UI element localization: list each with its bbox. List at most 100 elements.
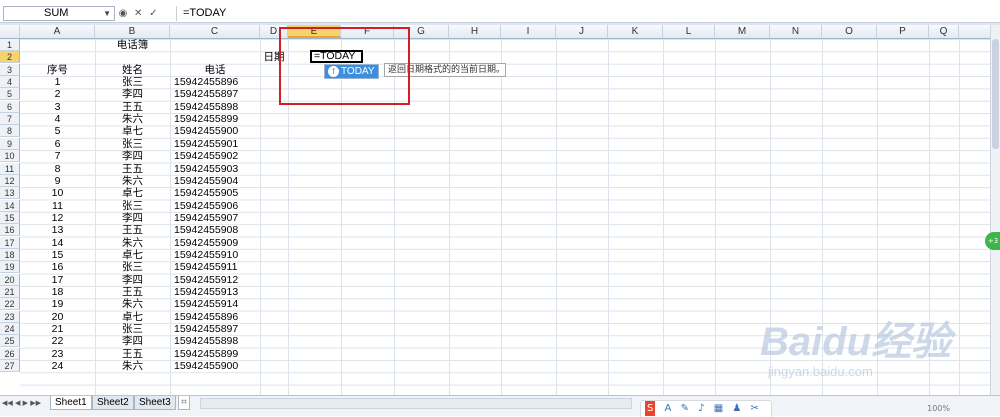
row-header-27[interactable]: 27	[0, 360, 20, 373]
row-header-24[interactable]: 24	[0, 323, 20, 336]
record-name[interactable]: 张三	[95, 138, 170, 150]
record-phone[interactable]: 15942455912	[170, 274, 260, 286]
record-phone[interactable]: 15942455900	[170, 360, 260, 372]
row-header-15[interactable]: 15	[0, 211, 20, 224]
chevron-down-icon[interactable]: ▼	[103, 7, 111, 20]
record-name[interactable]: 王五	[95, 286, 170, 298]
tools-icon[interactable]: ✂	[751, 401, 759, 416]
record-name[interactable]: 王五	[95, 163, 170, 175]
record-name[interactable]: 卓七	[95, 249, 170, 261]
row-header-16[interactable]: 16	[0, 224, 20, 237]
record-phone[interactable]: 15942455908	[170, 224, 260, 236]
row-header-2[interactable]: 2	[0, 51, 20, 64]
record-index[interactable]: 24	[20, 360, 95, 372]
function-wizard-icon[interactable]: ◉	[117, 6, 129, 21]
keyboard-icon[interactable]: ▦	[714, 401, 723, 416]
record-name[interactable]: 李四	[95, 88, 170, 100]
record-index[interactable]: 21	[20, 323, 95, 335]
record-name[interactable]: 王五	[95, 348, 170, 360]
record-name[interactable]: 李四	[95, 274, 170, 286]
record-phone[interactable]: 15942455907	[170, 212, 260, 224]
row-header-7[interactable]: 7	[0, 113, 20, 126]
new-sheet-icon[interactable]: ⌗	[178, 396, 190, 410]
column-header-h[interactable]: H	[449, 25, 501, 38]
confirm-icon[interactable]: ✓	[147, 6, 159, 21]
record-phone[interactable]: 15942455898	[170, 335, 260, 347]
record-index[interactable]: 13	[20, 224, 95, 236]
formula-input[interactable]: =TODAY	[176, 6, 1000, 21]
tab-nav-icons[interactable]: ◀◀ ◀ ▶ ▶▶	[2, 399, 41, 407]
row-header-12[interactable]: 12	[0, 174, 20, 187]
user-icon[interactable]: ♟	[732, 401, 741, 416]
voice-icon[interactable]: ♪	[698, 401, 704, 416]
row-header-3[interactable]: 3	[0, 63, 20, 76]
record-index[interactable]: 4	[20, 113, 95, 125]
record-index[interactable]: 15	[20, 249, 95, 261]
row-header-19[interactable]: 19	[0, 261, 20, 274]
column-header-m[interactable]: M	[715, 25, 770, 38]
record-phone[interactable]: 15942455896	[170, 76, 260, 88]
scroll-thumb[interactable]	[992, 39, 999, 149]
record-index[interactable]: 10	[20, 187, 95, 199]
tab-sheet1[interactable]: Sheet1	[50, 396, 92, 410]
record-phone[interactable]: 15942455903	[170, 163, 260, 175]
record-index[interactable]: 23	[20, 348, 95, 360]
record-phone[interactable]: 15942455909	[170, 237, 260, 249]
row-header-20[interactable]: 20	[0, 273, 20, 286]
record-name[interactable]: 李四	[95, 212, 170, 224]
row-header-4[interactable]: 4	[0, 76, 20, 89]
select-all-corner[interactable]	[0, 25, 20, 38]
record-phone[interactable]: 15942455906	[170, 200, 260, 212]
record-phone[interactable]: 15942455896	[170, 311, 260, 323]
record-phone[interactable]: 15942455913	[170, 286, 260, 298]
row-header-10[interactable]: 10	[0, 150, 20, 163]
record-name[interactable]: 张三	[95, 323, 170, 335]
record-name[interactable]: 卓七	[95, 311, 170, 323]
record-phone[interactable]: 15942455900	[170, 125, 260, 137]
column-header-p[interactable]: P	[877, 25, 929, 38]
column-header-l[interactable]: L	[663, 25, 715, 38]
record-phone[interactable]: 15942455899	[170, 113, 260, 125]
row-header-5[interactable]: 5	[0, 88, 20, 101]
record-index[interactable]: 3	[20, 101, 95, 113]
column-header-q[interactable]: Q	[929, 25, 959, 38]
record-index[interactable]: 2	[20, 88, 95, 100]
row-header-6[interactable]: 6	[0, 100, 20, 113]
record-phone[interactable]: 15942455914	[170, 298, 260, 310]
header-phone[interactable]: 电话	[170, 64, 260, 76]
record-name[interactable]: 王五	[95, 224, 170, 236]
record-name[interactable]: 朱六	[95, 175, 170, 187]
column-header-j[interactable]: J	[556, 25, 608, 38]
cancel-icon[interactable]: ✕	[132, 6, 144, 21]
column-header-c[interactable]: C	[170, 25, 260, 38]
record-index[interactable]: 20	[20, 311, 95, 323]
record-index[interactable]: 19	[20, 298, 95, 310]
record-phone[interactable]: 15942455911	[170, 261, 260, 273]
row-header-17[interactable]: 17	[0, 236, 20, 249]
record-index[interactable]: 16	[20, 261, 95, 273]
row-header-23[interactable]: 23	[0, 310, 20, 323]
record-name[interactable]: 朱六	[95, 237, 170, 249]
record-name[interactable]: 李四	[95, 150, 170, 162]
floating-plus-icon[interactable]: +3	[985, 232, 1000, 250]
row-header-1[interactable]: 1	[0, 39, 20, 51]
record-phone[interactable]: 15942455910	[170, 249, 260, 261]
record-phone[interactable]: 15942455898	[170, 101, 260, 113]
row-header-26[interactable]: 26	[0, 347, 20, 360]
header-name[interactable]: 姓名	[95, 64, 170, 76]
row-header-9[interactable]: 9	[0, 137, 20, 150]
row-header-21[interactable]: 21	[0, 286, 20, 298]
name-box[interactable]: SUM ▼	[3, 6, 115, 21]
record-index[interactable]: 8	[20, 163, 95, 175]
pen-icon[interactable]: ✎	[681, 401, 689, 416]
column-header-k[interactable]: K	[608, 25, 663, 38]
record-phone[interactable]: 15942455897	[170, 323, 260, 335]
record-name[interactable]: 王五	[95, 101, 170, 113]
row-header-8[interactable]: 8	[0, 125, 20, 138]
row-header-22[interactable]: 22	[0, 298, 20, 311]
record-phone[interactable]: 15942455897	[170, 88, 260, 100]
row-header-18[interactable]: 18	[0, 248, 20, 261]
header-index[interactable]: 序号	[20, 64, 95, 76]
record-index[interactable]: 9	[20, 175, 95, 187]
record-phone[interactable]: 15942455904	[170, 175, 260, 187]
